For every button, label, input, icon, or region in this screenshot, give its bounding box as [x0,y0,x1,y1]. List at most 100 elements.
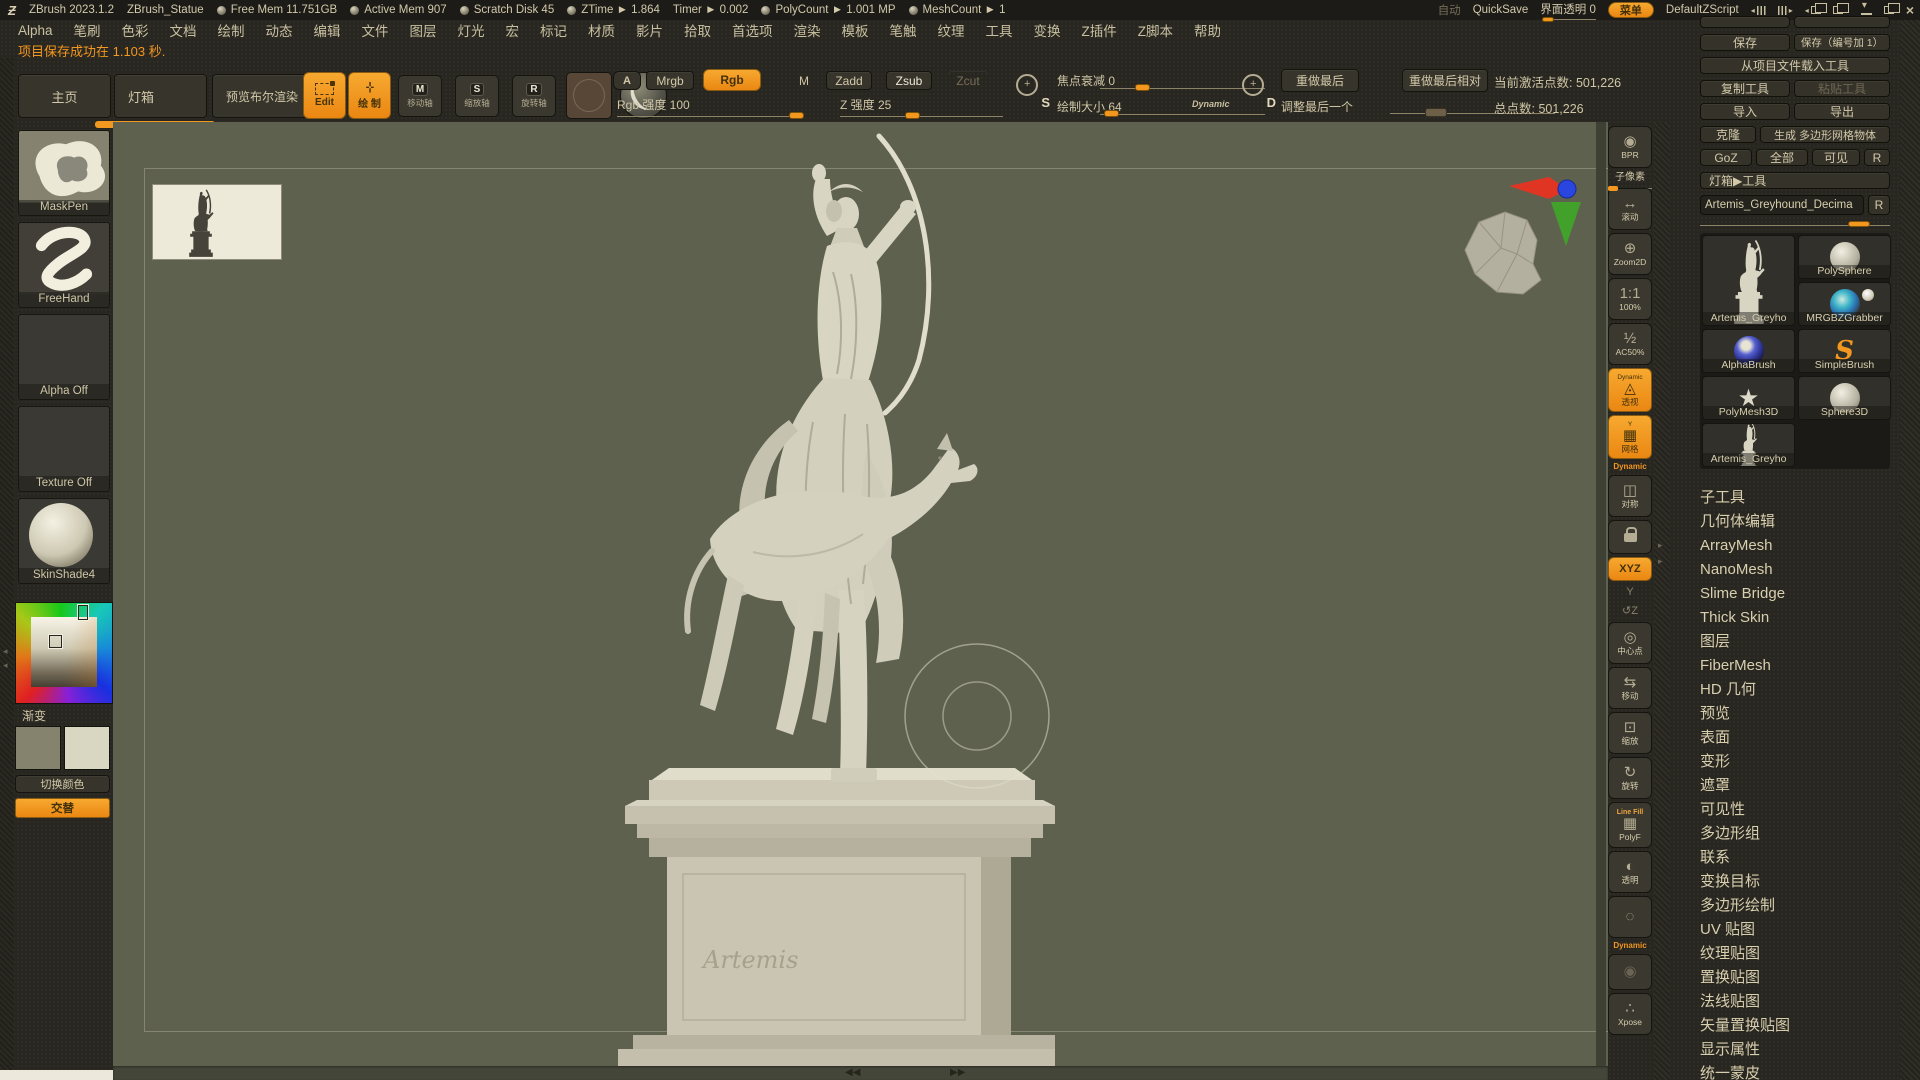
menu-item[interactable]: 渲染 [794,20,821,40]
active-tool-name[interactable]: Artemis_Greyhound_Decima [1700,195,1864,215]
menu-item[interactable]: 变换 [1034,20,1061,40]
zsub-button[interactable]: Zsub [886,71,932,90]
tool-thumbnail[interactable]: AlphaBrush [1702,329,1795,373]
subpalette-header[interactable]: 几何体编辑 [1700,510,1898,534]
edit-button[interactable]: Edit [303,72,346,119]
subpalette-header[interactable]: HD 几何 [1700,678,1898,702]
tray-expand-icon[interactable]: ▸ [1658,540,1663,551]
color-picker[interactable] [15,602,113,704]
save-button[interactable]: 保存 [1700,34,1790,51]
subpalette-header[interactable]: 多边形组 [1700,822,1898,846]
menu-item[interactable]: 动态 [266,20,293,40]
right-shelf-button[interactable]: Line Fill ▦ PolyF [1608,802,1652,848]
subpalette-header[interactable]: NanoMesh [1700,558,1898,582]
stroke-s-icon[interactable]: S [1014,70,1050,116]
menu-item[interactable]: 纹理 [938,20,965,40]
right-shelf-button[interactable]: ⊕ Zoom2D [1608,233,1652,275]
subpalette-header[interactable]: FiberMesh [1700,654,1898,678]
tool-thumbnail[interactable]: Artemis_Greyho [1702,235,1795,326]
subpalette-header[interactable]: ArrayMesh [1700,534,1898,558]
subpalette-header[interactable]: 图层 [1700,630,1898,654]
export-button[interactable]: 导出 [1794,103,1890,120]
menu-item[interactable]: 影片 [636,20,663,40]
tray-toggle-right-icon[interactable]: ▸ [1777,5,1793,15]
clipped-button[interactable] [1700,16,1790,28]
tool-thumbnail[interactable]: PolySphere [1798,235,1891,279]
import-button[interactable]: 导入 [1700,103,1790,120]
subpalette-header[interactable]: 表面 [1700,726,1898,750]
subpalette-header[interactable]: 遮罩 [1700,774,1898,798]
menu-item[interactable]: 色彩 [122,20,149,40]
menu-item[interactable]: 首选项 [732,20,773,40]
paste-tool-button[interactable]: 粘贴工具 [1794,80,1890,97]
scale-gizmo-button[interactable]: S 缩放轴 [455,75,499,117]
subpalette-header[interactable]: Slime Bridge [1700,582,1898,606]
subpalette-header[interactable]: Thick Skin [1700,606,1898,630]
menu-item[interactable]: 编辑 [314,20,341,40]
right-shelf-button[interactable]: ◉ BPR [1608,126,1652,168]
menu-item[interactable]: 模板 [842,20,869,40]
menu-item[interactable]: 笔触 [890,20,917,40]
focal-shift-handle[interactable] [1135,84,1150,91]
subpalette-header[interactable]: 多边形绘制 [1700,894,1898,918]
preview-boolean-button[interactable]: 预览布尔渲染 [212,74,312,118]
redo-last-button[interactable]: 重做最后 [1281,69,1359,92]
goz-button[interactable]: GoZ [1700,149,1752,166]
vertical-scrollbar[interactable] [1596,122,1606,1066]
menu-item[interactable]: 灯光 [458,20,485,40]
subpalette-header[interactable]: 显示属性 [1700,1038,1898,1062]
menu-item[interactable]: Z插件 [1082,20,1117,40]
menu-item[interactable]: 拾取 [684,20,711,40]
save-numbered-button[interactable]: 保存（编号加 1） [1794,34,1890,51]
ui-opacity-slider[interactable]: 界面透明 0 [1540,1,1596,22]
copy-tool-button[interactable]: 复制工具 [1700,80,1790,97]
tray-expand-icon[interactable]: ▸ [1658,556,1663,567]
right-shelf-button[interactable]: ⊡ 缩放 [1608,712,1652,754]
texture-selector[interactable]: Texture Off [18,406,110,492]
window-prev-icon[interactable]: ◂ [1805,3,1827,15]
menu-item[interactable]: Alpha [18,23,53,38]
menu-item[interactable]: 文档 [170,20,197,40]
subpalette-header[interactable]: 联系 [1700,846,1898,870]
subpalette-header[interactable]: 变形 [1700,750,1898,774]
move-gizmo-button[interactable]: M 移动轴 [398,75,442,117]
material-selector[interactable]: SkinShade4 [18,498,110,584]
rgb-intensity-handle[interactable] [789,112,804,119]
right-shelf-button[interactable] [1608,520,1652,554]
menu-button[interactable]: 菜单 [1607,2,1654,18]
menu-item[interactable]: Z脚本 [1138,20,1173,40]
scroll-left-icon[interactable]: ◀◀ [845,1067,860,1078]
subpalette-header[interactable]: 预览 [1700,702,1898,726]
load-from-project-button[interactable]: 从项目文件载入工具 [1700,57,1890,74]
subpalette-header[interactable]: 可见性 [1700,798,1898,822]
stroke-selector[interactable]: FreeHand [18,222,110,308]
menu-item[interactable]: 工具 [986,20,1013,40]
hue-selector-icon[interactable] [77,604,89,621]
tool-thumbnail[interactable]: Sphere3D [1798,376,1891,420]
stroke-preview[interactable] [566,72,612,119]
right-shelf-button[interactable]: ↔ 滚动 [1608,188,1652,230]
scroll-right-icon[interactable]: ▶▶ [950,1067,965,1078]
right-shelf-button[interactable]: ◫ 对称 [1608,475,1652,517]
quicksave-button[interactable]: QuickSave [1473,4,1529,16]
color-selector-icon[interactable] [48,634,63,649]
z-intensity-handle[interactable] [905,112,920,119]
subpalette-header[interactable]: UV 贴图 [1700,918,1898,942]
a-button[interactable]: A [613,71,641,90]
menu-item[interactable]: 笔刷 [74,20,101,40]
mrgb-button[interactable]: Mrgb [646,71,694,90]
rgb-button[interactable]: Rgb [703,69,761,91]
right-shelf-button[interactable]: Dynamic [1608,941,1652,951]
alpha-selector[interactable]: Alpha Off [18,314,110,400]
zadd-button[interactable]: Zadd [826,71,872,90]
tray-collapse-icon[interactable]: ◂ [3,660,8,671]
menu-item[interactable]: 文件 [362,20,389,40]
menu-item[interactable]: 标记 [540,20,567,40]
close-icon[interactable]: × [1906,3,1914,17]
tool-thumbnail[interactable]: PolyMesh3D [1702,376,1795,420]
main-color-swatch[interactable] [15,726,61,770]
alternate-button[interactable]: 交替 [15,798,110,818]
right-shelf-button[interactable]: 子像素 [1608,171,1652,191]
tool-r-button[interactable]: R [1868,195,1890,215]
make-polymesh-button[interactable]: 生成 多边形网格物体 [1760,126,1890,143]
